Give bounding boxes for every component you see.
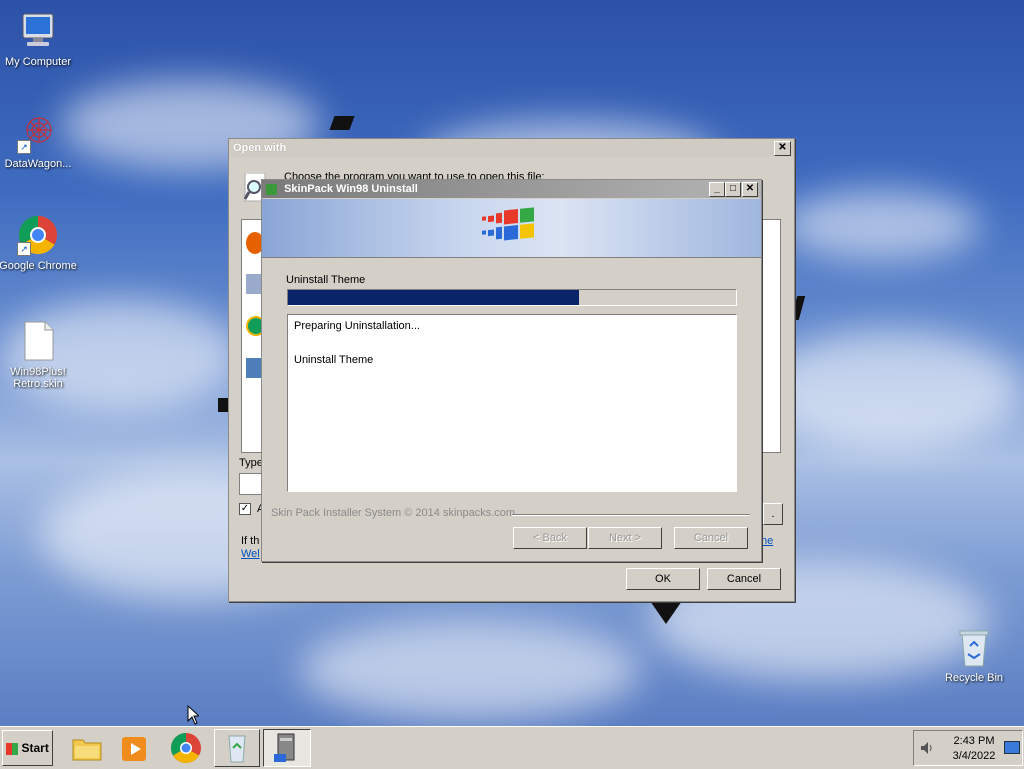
progress-fill — [288, 290, 580, 305]
installer-taskbar-icon[interactable] — [263, 729, 311, 767]
log-line: Preparing Uninstallation... — [294, 320, 420, 332]
minimize-icon[interactable]: _ — [709, 182, 725, 197]
open-with-titlebar: Open with ✕ — [229, 139, 794, 157]
maximize-icon[interactable]: □ — [725, 182, 741, 197]
browse-button[interactable]: . — [763, 503, 783, 525]
clock-time[interactable]: 2:43 PM — [950, 735, 998, 747]
header-banner — [262, 199, 761, 258]
log-box[interactable]: Preparing Uninstallation... Uninstall Th… — [287, 314, 737, 492]
desktop-icon-google-chrome[interactable]: ↗ Google Chrome — [0, 214, 78, 272]
next-button[interactable]: Next > — [588, 527, 662, 549]
back-button[interactable]: < Back — [513, 527, 587, 549]
file-explorer-icon[interactable] — [70, 731, 104, 765]
file-icon — [17, 320, 59, 362]
shortcut-arrow-icon: ↗ — [17, 242, 31, 256]
start-label: Start — [21, 741, 49, 755]
cancel-button[interactable]: Cancel — [674, 527, 748, 549]
datawagon-icon: ↗ — [17, 112, 59, 154]
media-player-icon[interactable] — [118, 731, 152, 765]
shortcut-arrow-icon: ↗ — [17, 140, 31, 154]
progress-bar — [287, 289, 737, 306]
close-icon[interactable]: ✕ — [742, 182, 758, 197]
recycle-bin-icon — [953, 626, 995, 668]
footer-divider — [512, 514, 750, 516]
start-button[interactable]: Start — [2, 730, 53, 766]
taskbar: Start 2:43 PM 3/4/2022 — [0, 726, 1024, 769]
shield-icon — [266, 183, 277, 195]
web-link[interactable]: Wel — [241, 548, 260, 560]
desktop-icon-label: Google Chrome — [0, 260, 77, 272]
section-label: Uninstall Theme — [286, 274, 366, 286]
ok-button[interactable]: OK — [626, 568, 700, 590]
footer-text: Skin Pack Installer System © 2014 skinpa… — [271, 507, 516, 519]
skinpack-title: SkinPack Win98 Uninstall — [284, 183, 418, 195]
show-desktop-icon[interactable] — [1004, 741, 1020, 754]
skinpack-uninstall-dialog: SkinPack Win98 Uninstall _ □ ✕ Uninstall… — [261, 179, 762, 562]
desktop-icon-recycle-bin[interactable]: Recycle Bin — [934, 626, 1014, 684]
windows-logo-icon — [480, 205, 540, 251]
system-tray: 2:43 PM 3/4/2022 — [913, 730, 1023, 766]
log-line: Uninstall Theme — [294, 354, 374, 366]
skinpack-titlebar: SkinPack Win98 Uninstall _ □ ✕ — [262, 180, 761, 198]
chrome-taskbar-icon[interactable] — [169, 731, 203, 765]
type-label: Type — [239, 457, 263, 469]
desktop-icon-label: Win98Plus! Retro.skin — [10, 366, 66, 390]
desktop-icon-label: DataWagon... — [4, 158, 72, 170]
recycle-taskbar-icon[interactable] — [214, 729, 260, 767]
desktop-icon-label: My Computer — [4, 56, 72, 68]
computer-icon — [17, 10, 59, 52]
desktop-icon-my-computer[interactable]: My Computer — [0, 10, 78, 68]
open-with-title: Open with — [233, 142, 287, 154]
mouse-cursor-icon — [187, 704, 201, 725]
decor-shape — [329, 116, 355, 130]
windows-flag-icon — [6, 742, 19, 755]
web-link-end[interactable]: he — [761, 535, 773, 547]
always-use-checkbox[interactable]: ✓ — [239, 503, 251, 515]
clock-date[interactable]: 3/4/2022 — [950, 750, 998, 762]
close-icon[interactable]: ✕ — [774, 141, 791, 156]
info-text: If th — [241, 535, 260, 547]
volume-icon[interactable] — [920, 741, 934, 755]
chrome-icon: ↗ — [17, 214, 59, 256]
cancel-button[interactable]: Cancel — [707, 568, 781, 590]
desktop-icon-skin-file[interactable]: Win98Plus! Retro.skin — [0, 320, 78, 390]
desktop-icon-label: Recycle Bin — [944, 672, 1004, 684]
desktop-icon-datawagon[interactable]: ↗ DataWagon... — [0, 112, 78, 170]
decor-shape — [218, 398, 228, 412]
